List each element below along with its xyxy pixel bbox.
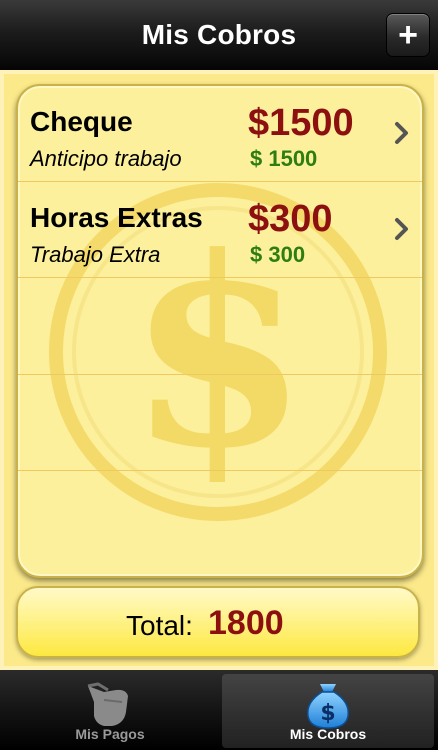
total-label: Total:: [126, 610, 193, 641]
total-bar: Total: 1800: [16, 586, 420, 658]
tab-mis-cobros[interactable]: $ Mis Cobros: [222, 674, 434, 748]
content-area: $ Cheque Anticipo trabajo $1500 $ 1500 H…: [0, 70, 438, 670]
item-amount-detail: $ 300: [250, 242, 306, 267]
item-title: Cheque: [30, 106, 133, 137]
chevron-right-icon: [395, 218, 408, 240]
money-bag-icon: $: [307, 684, 349, 729]
page-title: Mis Cobros: [141, 19, 297, 50]
payments-list-card: $ Cheque Anticipo trabajo $1500 $ 1500 H…: [16, 84, 424, 578]
navigation-bar: Mis Cobros +: [0, 0, 438, 71]
item-subtitle: Trabajo Extra: [30, 242, 161, 267]
tab-label: Mis Cobros: [289, 726, 367, 742]
total-value: 1800: [208, 604, 284, 642]
item-amount-detail: $ 1500: [250, 146, 318, 171]
tab-bar: Mis Pagos $ Mis Cobros: [0, 670, 438, 750]
add-button[interactable]: +: [386, 13, 430, 57]
list-item[interactable]: Cheque Anticipo trabajo $1500 $ 1500: [18, 86, 422, 182]
chevron-right-icon: [395, 122, 408, 144]
empty-row: [18, 374, 422, 471]
item-title: Horas Extras: [30, 202, 203, 233]
tab-mis-pagos[interactable]: Mis Pagos: [4, 674, 216, 748]
item-subtitle: Anticipo trabajo: [30, 146, 182, 171]
item-amount: $1500: [248, 102, 354, 144]
list-item[interactable]: Horas Extras Trabajo Extra $300 $ 300: [18, 182, 422, 278]
hand-icon: [87, 682, 128, 726]
item-amount: $300: [248, 198, 333, 240]
tab-label: Mis Pagos: [75, 726, 145, 742]
empty-row: [18, 278, 422, 375]
svg-text:$: $: [320, 701, 335, 726]
